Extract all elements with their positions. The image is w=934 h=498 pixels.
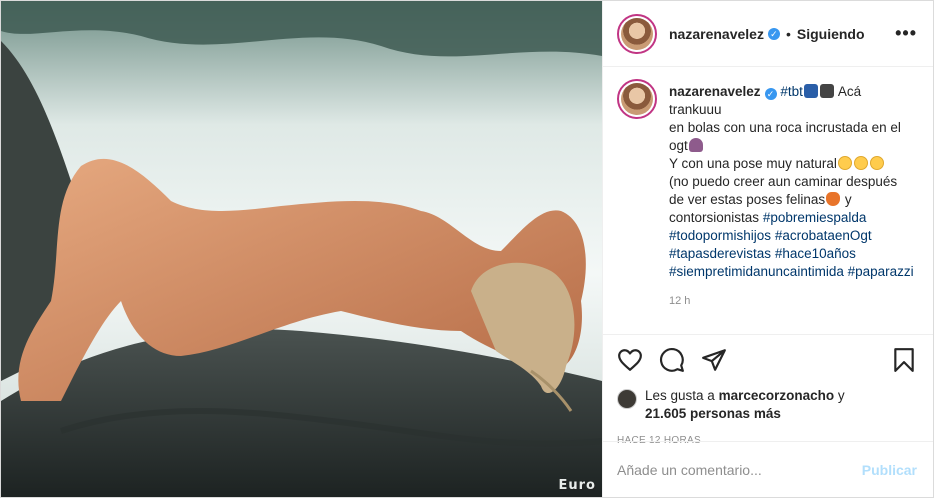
caption-text: nazarenavelez ✓ #tbt Acá trankuuu en bola… (669, 83, 914, 281)
caption-row: nazarenavelez ✓ #tbt Acá trankuuu en bola… (617, 79, 917, 281)
heart-icon[interactable] (617, 347, 643, 373)
hashtag[interactable]: #acrobataenOgt (775, 228, 872, 243)
avatar-photo (621, 17, 653, 50)
likes-summary: Les gusta a marcecorzonacho y 21.605 per… (617, 387, 917, 423)
flushed-face-emoji-icon (853, 156, 868, 170)
caption-line-2: en bolas con una roca incrustada en el o… (669, 120, 901, 153)
comment-box: Publicar (603, 441, 933, 497)
hashtag-tbt[interactable]: #tbt (780, 84, 803, 99)
image-watermark: Euro (558, 478, 596, 493)
hashtag[interactable]: #siempretimidanuncaintimida (669, 264, 844, 279)
liker-username[interactable]: marcecorzonacho (719, 388, 835, 403)
hashtag[interactable]: #tapasderevistas (669, 246, 771, 261)
bookmark-icon[interactable] (891, 347, 917, 373)
following-button[interactable]: Siguiendo (797, 26, 865, 42)
caption-avatar[interactable] (617, 79, 657, 119)
hashtag[interactable]: #hace10años (775, 246, 856, 261)
comment-input[interactable] (617, 461, 862, 478)
avatar[interactable] (617, 13, 657, 54)
header-username[interactable]: nazarenavelez (669, 26, 764, 42)
publish-button[interactable]: Publicar (862, 462, 917, 478)
caption-line-4: (no puedo creer aun caminar después de v… (669, 174, 898, 207)
fox-emoji-icon (826, 192, 841, 206)
caption-line-3: Y con una pose muy natural (669, 156, 837, 171)
action-bar: Les gusta a marcecorzonacho y 21.605 per… (603, 334, 933, 446)
instagram-post: Euro nazarenavelez ✓ • Siguiendo ••• naz… (0, 0, 934, 498)
comment-icon[interactable] (659, 347, 685, 373)
rofl-emoji-icon (869, 156, 884, 170)
caption-username[interactable]: nazarenavelez (669, 84, 761, 99)
camera-emoji-icon (819, 84, 834, 98)
post-photo[interactable]: Euro (1, 1, 602, 497)
post-sidebar: nazarenavelez ✓ • Siguiendo ••• nazarena… (602, 1, 933, 497)
verified-badge-icon: ✓ (764, 88, 777, 100)
hashtag[interactable]: #paparazzi (848, 264, 914, 279)
likes-count[interactable]: 21.605 personas más (645, 406, 781, 421)
person-shrug-emoji-icon (688, 138, 703, 152)
photo-illustration (1, 1, 602, 497)
verified-badge-icon: ✓ (767, 27, 780, 40)
hashtag[interactable]: #pobremiespalda (763, 210, 867, 225)
hashtag[interactable]: #todopormishijos (669, 228, 771, 243)
likes-prefix: Les gusta a (645, 388, 715, 403)
tv-emoji-icon (803, 84, 818, 98)
more-options-icon[interactable]: ••• (895, 23, 917, 44)
share-icon[interactable] (701, 347, 727, 373)
flushed-face-emoji-icon (837, 156, 852, 170)
caption-timestamp[interactable]: 12 h (669, 295, 917, 307)
post-header: nazarenavelez ✓ • Siguiendo ••• (603, 1, 933, 67)
separator-dot: • (785, 25, 791, 42)
action-icons (617, 345, 917, 375)
caption-area: nazarenavelez ✓ #tbt Acá trankuuu en bola… (603, 67, 933, 334)
likes-conj: y (837, 388, 845, 403)
likes-text: Les gusta a marcecorzonacho y 21.605 per… (645, 387, 845, 423)
liker-avatar[interactable] (617, 389, 637, 409)
avatar-photo (621, 83, 653, 115)
